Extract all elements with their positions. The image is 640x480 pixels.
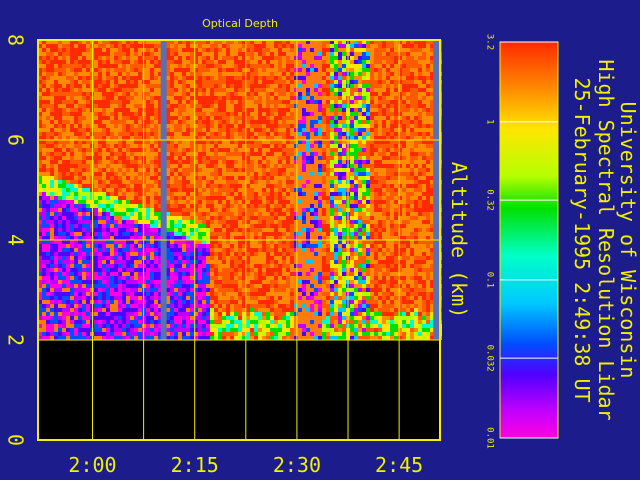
y-tick-label: 8 — [4, 34, 28, 46]
ground-region — [38, 340, 440, 440]
lidar-chart: Optical Depth 0 2 4 6 8 2:00 2:15 2:30 2:45 Alt… — [4, 17, 640, 477]
colorbar-tick-label: 0.32 — [485, 189, 495, 211]
x-tick-label: 2:30 — [273, 453, 321, 477]
y-tick-label: 6 — [4, 134, 28, 146]
colorbar-tick-label: 0.032 — [485, 345, 495, 372]
plot-area — [37, 39, 442, 441]
colorbar-tick-label: 1 — [485, 119, 495, 124]
x-tick-label: 2:15 — [171, 453, 219, 477]
x-axis-ticks: 2:00 2:15 2:30 2:45 — [68, 453, 423, 477]
colorbar-tick-label: 3.2 — [485, 34, 495, 50]
x-tick-label: 2:45 — [375, 453, 423, 477]
y-tick-label: 2 — [4, 334, 28, 346]
colorbar: 3.2 1 0.32 0.1 0.032 0.01 — [485, 34, 559, 449]
caption-instrument: High Spectral Resolution Lidar — [594, 59, 618, 420]
chart-title: Optical Depth — [202, 17, 278, 30]
y-tick-label: 4 — [4, 234, 28, 246]
y-axis-label: Altitude (km) — [447, 162, 471, 319]
x-tick-label: 2:00 — [68, 453, 116, 477]
backscatter-field — [38, 40, 442, 340]
colorbar-gradient — [499, 41, 559, 439]
side-caption: University of Wisconsin High Spectral Re… — [570, 59, 640, 420]
y-tick-label: 0 — [4, 434, 28, 446]
y-axis-ticks: 0 2 4 6 8 — [4, 34, 28, 446]
colorbar-tick-label: 0.1 — [485, 272, 495, 288]
caption-datetime: 25-February-1995 2:49:38 UT — [570, 77, 594, 402]
caption-institution: University of Wisconsin — [616, 102, 640, 379]
colorbar-tick-label: 0.01 — [485, 427, 495, 449]
